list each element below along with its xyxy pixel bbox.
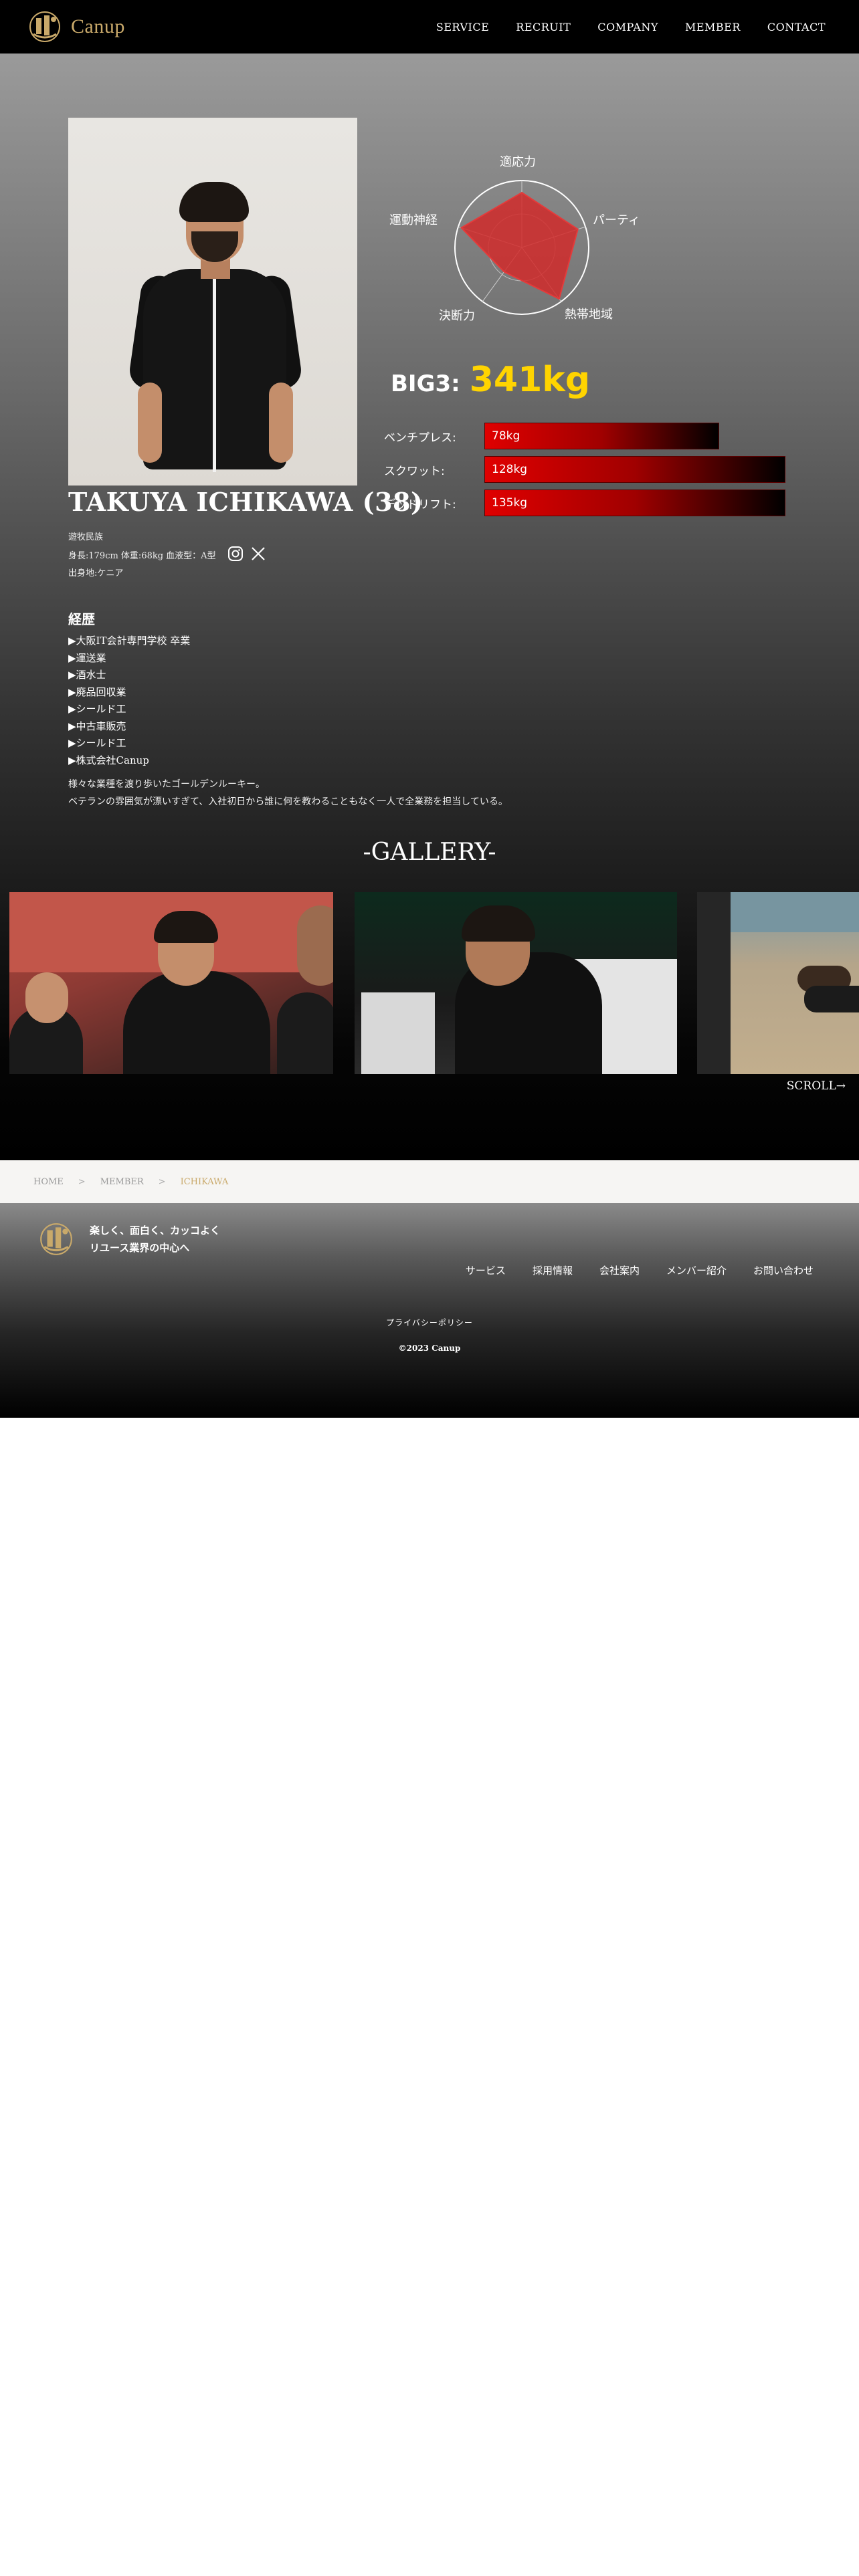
nav-service[interactable]: SERVICE — [436, 21, 489, 33]
breadcrumb: HOME > MEMBER > ICHIKAWA — [0, 1160, 859, 1203]
member-job: 遊牧民族 — [68, 532, 104, 542]
lift-label: スクワット: — [384, 464, 445, 478]
instagram-icon[interactable] — [227, 546, 244, 562]
footer-tagline: 楽しく、面白く、カッコよく リユース業界の中心へ — [90, 1222, 220, 1257]
big3-value: 341kg — [469, 360, 591, 400]
lift-squat: スクワット: 128kg — [384, 456, 785, 483]
lift-value: 135kg — [492, 496, 528, 510]
career-item: ▶株式会社Canup — [68, 754, 149, 766]
member-body-info: 身長:179cm 体重:68kg 血液型：A型 — [68, 551, 216, 561]
breadcrumb-member[interactable]: MEMBER — [100, 1177, 144, 1187]
big3-label: BIG3: — [391, 370, 460, 397]
tagline-line: 楽しく、面白く、カッコよく — [90, 1224, 221, 1237]
gallery-title: -GALLERY- — [363, 839, 496, 866]
career-item: ▶シールド工 — [68, 703, 126, 715]
sns-links — [227, 546, 266, 562]
radar-label-tropical: 熱帯地域 — [565, 308, 613, 322]
footer-nav-recruit[interactable]: 採用情報 — [533, 1263, 573, 1277]
career-item: ▶廃品回収業 — [68, 685, 126, 698]
radar-label-party: パーティ — [593, 213, 640, 227]
privacy-policy-link[interactable]: プライバシーポリシー — [0, 1317, 859, 1328]
career-item: ▶中古車販売 — [68, 720, 126, 732]
breadcrumb-home[interactable]: HOME — [33, 1177, 64, 1187]
logo-mark-icon — [29, 11, 60, 42]
lift-bench: ベンチプレス: 78kg — [384, 423, 785, 449]
lift-bar: 135kg — [484, 490, 785, 516]
nav-recruit[interactable]: RECRUIT — [516, 21, 571, 33]
footer-nav-company[interactable]: 会社案内 — [599, 1263, 640, 1277]
breadcrumb-separator: > — [78, 1176, 86, 1187]
career-item: ▶シールド工 — [68, 737, 126, 749]
description-line: ベテランの雰囲気が漂いすぎて、入社初日から誰に何を教わることもなく一人で全業務を… — [68, 796, 508, 807]
radar-label-athleticism: 運動神経 — [389, 213, 438, 227]
x-icon[interactable] — [250, 546, 266, 562]
nav-member[interactable]: MEMBER — [685, 21, 741, 33]
gallery-image[interactable] — [355, 892, 677, 1074]
nav-contact[interactable]: CONTACT — [767, 21, 826, 33]
site-footer: 楽しく、面白く、カッコよく リユース業界の中心へ サービス 採用情報 会社案内 … — [0, 1203, 859, 1418]
lift-bar: 128kg — [484, 456, 785, 483]
tagline-line: リユース業界の中心へ — [90, 1242, 190, 1254]
lift-deadlift: デッドリフト: 135kg — [384, 490, 785, 516]
description-line: 様々な業種を渡り歩いたゴールデンルーキー。 — [68, 779, 265, 790]
radar-label-decisiveness: 決断力 — [439, 309, 475, 323]
lift-label: デッドリフト: — [384, 498, 456, 512]
member-name: TAKUYA ICHIKAWA (38) — [68, 487, 423, 517]
gallery-image[interactable] — [9, 892, 333, 1074]
radar-label-adaptability: 適応力 — [500, 155, 536, 169]
lift-bar: 78kg — [484, 423, 719, 449]
radar-svg — [454, 180, 589, 315]
career-item: ▶酒水士 — [68, 669, 106, 681]
lift-value: 128kg — [492, 463, 528, 476]
ability-radar-chart: 適応力 パーティ 熱帯地域 決断力 運動神経 — [388, 147, 656, 341]
member-photo — [68, 118, 357, 486]
gallery-scroll-hint[interactable]: SCROLL→ — [787, 1079, 846, 1093]
gallery-image[interactable] — [697, 892, 859, 1074]
footer-nav-service[interactable]: サービス — [466, 1263, 506, 1277]
footer-nav-contact[interactable]: お問い合わせ — [753, 1263, 814, 1277]
footer-nav-member[interactable]: メンバー紹介 — [666, 1263, 727, 1277]
logo[interactable]: Canup — [27, 10, 125, 43]
main-nav: SERVICE RECRUIT COMPANY MEMBER CONTACT — [436, 21, 826, 33]
logo-text: Canup — [71, 15, 125, 37]
career-title: 経歴 — [68, 611, 95, 627]
member-profile-section: TAKUYA ICHIKAWA (38) 遊牧民族 身長:179cm 体重:68… — [0, 53, 859, 1160]
breadcrumb-current: ICHIKAWA — [180, 1176, 229, 1187]
site-header: Canup SERVICE RECRUIT COMPANY MEMBER CON… — [0, 0, 859, 53]
gallery-carousel[interactable] — [0, 892, 859, 1074]
footer-nav: サービス 採用情報 会社案内 メンバー紹介 お問い合わせ — [466, 1263, 814, 1277]
nav-company[interactable]: COMPANY — [597, 21, 658, 33]
copyright: ©2023 Canup — [398, 1344, 461, 1353]
radar-value-polygon — [460, 191, 579, 300]
career-list: ▶大阪IT会計専門学校 卒業 ▶運送業 ▶酒水士 ▶廃品回収業 ▶シールド工 ▶… — [68, 633, 190, 769]
career-item: ▶大阪IT会計専門学校 卒業 — [68, 635, 191, 647]
member-hometown: 出身地:ケニア — [68, 568, 124, 578]
career-item: ▶運送業 — [68, 651, 106, 664]
lift-label: ベンチプレス: — [384, 431, 456, 445]
lift-value: 78kg — [492, 429, 520, 443]
breadcrumb-separator: > — [158, 1176, 166, 1187]
career-description: 様々な業種を渡り歩いたゴールデンルーキー。 ベテランの雰囲気が漂いすぎて、入社初… — [68, 776, 508, 811]
big3-total: BIG3: 341kg — [391, 360, 590, 400]
footer-logo-icon[interactable] — [37, 1222, 75, 1257]
